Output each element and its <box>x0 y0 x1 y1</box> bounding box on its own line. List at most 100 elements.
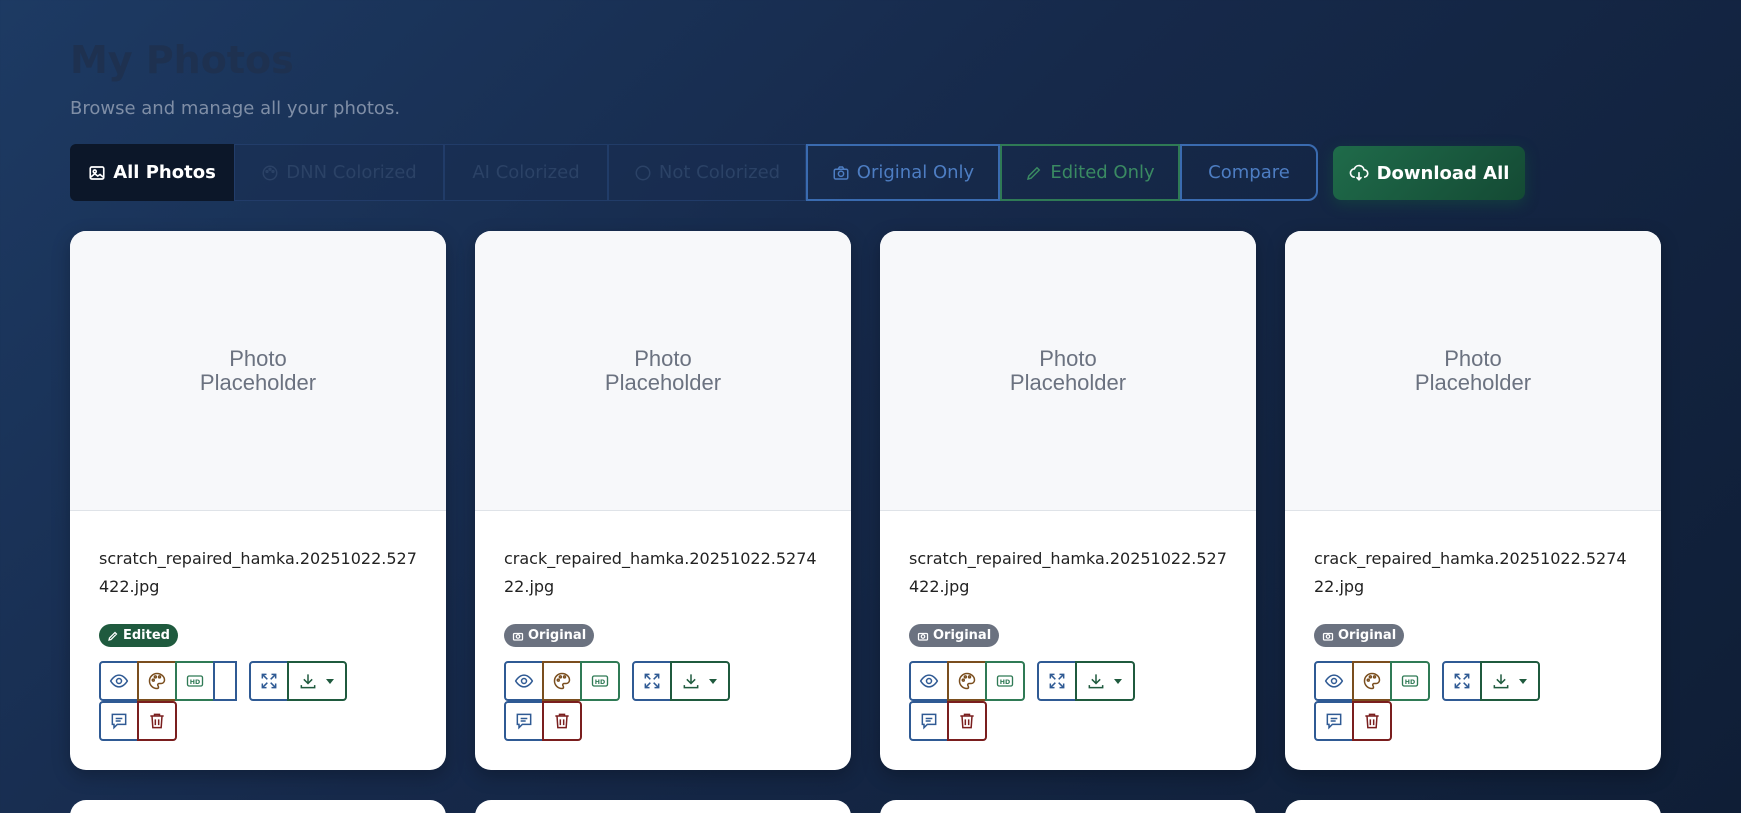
hidden-button[interactable] <box>213 661 237 701</box>
hd-button[interactable]: HD <box>1390 661 1430 701</box>
photo-card-partial[interactable] <box>1285 800 1661 813</box>
filter-ai-colorized-button[interactable]: AI Colorized <box>444 144 608 201</box>
delete-button[interactable] <box>1352 701 1392 741</box>
eye-icon <box>1324 671 1344 691</box>
download-dropdown-button[interactable] <box>1075 661 1135 701</box>
badge-label: Original <box>933 628 992 643</box>
download-dropdown-button[interactable] <box>670 661 730 701</box>
filter-label: DNN Colorized <box>286 162 417 183</box>
fullscreen-button[interactable] <box>1037 661 1077 701</box>
placeholder-text: Placeholder <box>199 369 317 395</box>
view-button[interactable] <box>99 661 139 701</box>
photo-placeholder[interactable]: Photo Placeholder <box>475 231 851 511</box>
view-button[interactable] <box>1314 661 1354 701</box>
trash-icon <box>957 711 977 731</box>
filter-original-only-button[interactable]: Original Only <box>806 144 1000 201</box>
photo-filename: scratch_repaired_hamka.20251022.527422.j… <box>909 549 1227 596</box>
photo-placeholder[interactable]: Photo Placeholder <box>880 231 1256 511</box>
placeholder-text: Photo <box>229 345 287 371</box>
badge-label: Edited <box>123 628 170 643</box>
camera-icon <box>917 630 929 642</box>
pencil-icon <box>1025 164 1043 182</box>
photo-card-partial[interactable] <box>70 800 446 813</box>
image-icon <box>88 164 106 182</box>
palette-icon <box>552 671 572 691</box>
download-dropdown-button[interactable] <box>287 661 347 701</box>
caret-down-icon <box>1112 675 1124 687</box>
comment-button[interactable] <box>99 701 139 741</box>
photo-filename: crack_repaired_hamka.20251022.527422.jpg <box>1314 549 1627 596</box>
comment-icon <box>919 711 939 731</box>
view-button[interactable] <box>504 661 544 701</box>
colorize-button[interactable] <box>542 661 582 701</box>
photo-card[interactable]: Photo Placeholder scratch_repaired_hamka… <box>880 231 1256 770</box>
download-icon <box>681 671 701 691</box>
caret-down-icon <box>324 675 336 687</box>
card-actions-secondary <box>99 701 177 741</box>
photo-card-partial[interactable] <box>475 800 851 813</box>
hd-button[interactable]: HD <box>985 661 1025 701</box>
photo-card-partial[interactable] <box>880 800 1256 813</box>
fullscreen-button[interactable] <box>632 661 672 701</box>
status-badge: Original <box>909 624 1000 647</box>
filter-compare-button[interactable]: Compare <box>1180 144 1318 201</box>
comment-button[interactable] <box>909 701 949 741</box>
circle-icon <box>634 164 652 182</box>
caret-down-icon <box>1517 675 1529 687</box>
photo-card[interactable]: Photo Placeholder crack_repaired_hamka.2… <box>1285 231 1661 770</box>
placeholder-text: Placeholder <box>1414 369 1532 395</box>
comment-button[interactable] <box>504 701 544 741</box>
filter-label: AI Colorized <box>472 162 580 183</box>
svg-text:HD: HD <box>595 679 605 686</box>
delete-button[interactable] <box>947 701 987 741</box>
delete-button[interactable] <box>542 701 582 741</box>
card-actions: HD <box>99 661 347 701</box>
download-icon <box>1086 671 1106 691</box>
colorize-button[interactable] <box>137 661 177 701</box>
svg-text:HD: HD <box>1405 679 1415 686</box>
download-dropdown-button[interactable] <box>1480 661 1540 701</box>
comment-icon <box>109 711 129 731</box>
photo-placeholder[interactable]: Photo Placeholder <box>1285 231 1661 511</box>
photo-card[interactable]: Photo Placeholder scratch_repaired_hamka… <box>70 231 446 770</box>
filter-edited-only-button[interactable]: Edited Only <box>1000 144 1180 201</box>
status-badge: Edited <box>99 624 178 647</box>
filter-dnn-colorized-button[interactable]: DNN Colorized <box>234 144 444 201</box>
camera-icon <box>512 630 524 642</box>
comment-button[interactable] <box>1314 701 1354 741</box>
photo-card[interactable]: Photo Placeholder crack_repaired_hamka.2… <box>475 231 851 770</box>
camera-icon <box>1322 630 1334 642</box>
expand-icon <box>1452 671 1472 691</box>
placeholder-text: Placeholder <box>1009 369 1127 395</box>
filter-label: Original Only <box>856 162 975 183</box>
photo-placeholder[interactable]: Photo Placeholder <box>70 231 446 511</box>
expand-icon <box>1047 671 1067 691</box>
colorize-button[interactable] <box>947 661 987 701</box>
hd-button[interactable]: HD <box>580 661 620 701</box>
hd-icon: HD <box>1400 671 1420 691</box>
trash-icon <box>552 711 572 731</box>
fullscreen-button[interactable] <box>1442 661 1482 701</box>
page-title: My Photos <box>70 38 294 82</box>
status-badge: Original <box>1314 624 1405 647</box>
filter-all-photos-button[interactable]: All Photos <box>70 144 234 201</box>
view-button[interactable] <box>909 661 949 701</box>
badge-label: Original <box>1338 628 1397 643</box>
hd-icon: HD <box>590 671 610 691</box>
svg-text:HD: HD <box>1000 679 1010 686</box>
download-icon <box>1491 671 1511 691</box>
colorize-button[interactable] <box>1352 661 1392 701</box>
download-all-label: Download All <box>1376 162 1510 184</box>
placeholder-text: Photo <box>1039 345 1097 371</box>
filter-label: Compare <box>1208 162 1290 183</box>
comment-icon <box>514 711 534 731</box>
filter-label: All Photos <box>113 162 216 183</box>
expand-icon <box>642 671 662 691</box>
fullscreen-button[interactable] <box>249 661 289 701</box>
filter-bar: All Photos DNN Colorized AI Colorized No… <box>70 144 1318 201</box>
photo-filename: crack_repaired_hamka.20251022.527422.jpg <box>504 549 817 596</box>
hd-button[interactable]: HD <box>175 661 215 701</box>
delete-button[interactable] <box>137 701 177 741</box>
filter-not-colorized-button[interactable]: Not Colorized <box>608 144 806 201</box>
download-all-button[interactable]: Download All <box>1333 146 1525 200</box>
